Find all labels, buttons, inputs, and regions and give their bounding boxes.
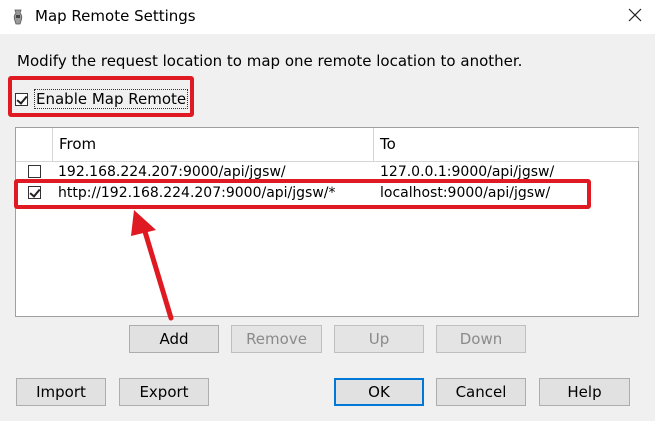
- add-button[interactable]: Add: [129, 325, 219, 353]
- title-bar: Map Remote Settings: [0, 0, 655, 34]
- row-from-cell: http://192.168.224.207:9000/api/jgsw/*: [58, 185, 336, 201]
- column-header-from[interactable]: From: [53, 128, 374, 161]
- column-header-to[interactable]: To: [374, 128, 639, 161]
- window-title: Map Remote Settings: [35, 7, 196, 25]
- mappings-table[interactable]: From To 192.168.224.207:9000/api/jgsw/ 1…: [15, 127, 639, 317]
- table-row[interactable]: 192.168.224.207:9000/api/jgsw/ 127.0.0.1…: [16, 162, 638, 182]
- help-button[interactable]: Help: [539, 378, 630, 406]
- column-header-enabled[interactable]: [16, 128, 53, 161]
- up-button[interactable]: Up: [334, 325, 424, 353]
- charles-vase-icon: [11, 9, 25, 25]
- description-text: Modify the request location to map one r…: [17, 52, 523, 70]
- export-button[interactable]: Export: [119, 378, 209, 406]
- table-row[interactable]: http://192.168.224.207:9000/api/jgsw/* l…: [16, 183, 638, 203]
- row-enabled-checkbox[interactable]: [28, 186, 41, 199]
- table-header: From To: [16, 128, 639, 162]
- enable-map-remote-checkbox[interactable]: [15, 92, 28, 106]
- enable-map-remote-toggle[interactable]: Enable Map Remote: [15, 88, 189, 110]
- close-icon: [628, 8, 642, 26]
- import-button[interactable]: Import: [16, 378, 106, 406]
- close-button[interactable]: [620, 2, 650, 32]
- enable-map-remote-label[interactable]: Enable Map Remote: [34, 89, 189, 109]
- cancel-button[interactable]: Cancel: [436, 378, 526, 406]
- down-button[interactable]: Down: [436, 325, 526, 353]
- row-from-cell: 192.168.224.207:9000/api/jgsw/: [58, 164, 286, 180]
- row-to-cell: 127.0.0.1:9000/api/jgsw/: [380, 164, 555, 180]
- row-to-cell: localhost:9000/api/jgsw/: [380, 185, 551, 201]
- row-enabled-checkbox[interactable]: [28, 165, 41, 178]
- ok-button[interactable]: OK: [334, 378, 424, 406]
- remove-button[interactable]: Remove: [231, 325, 322, 353]
